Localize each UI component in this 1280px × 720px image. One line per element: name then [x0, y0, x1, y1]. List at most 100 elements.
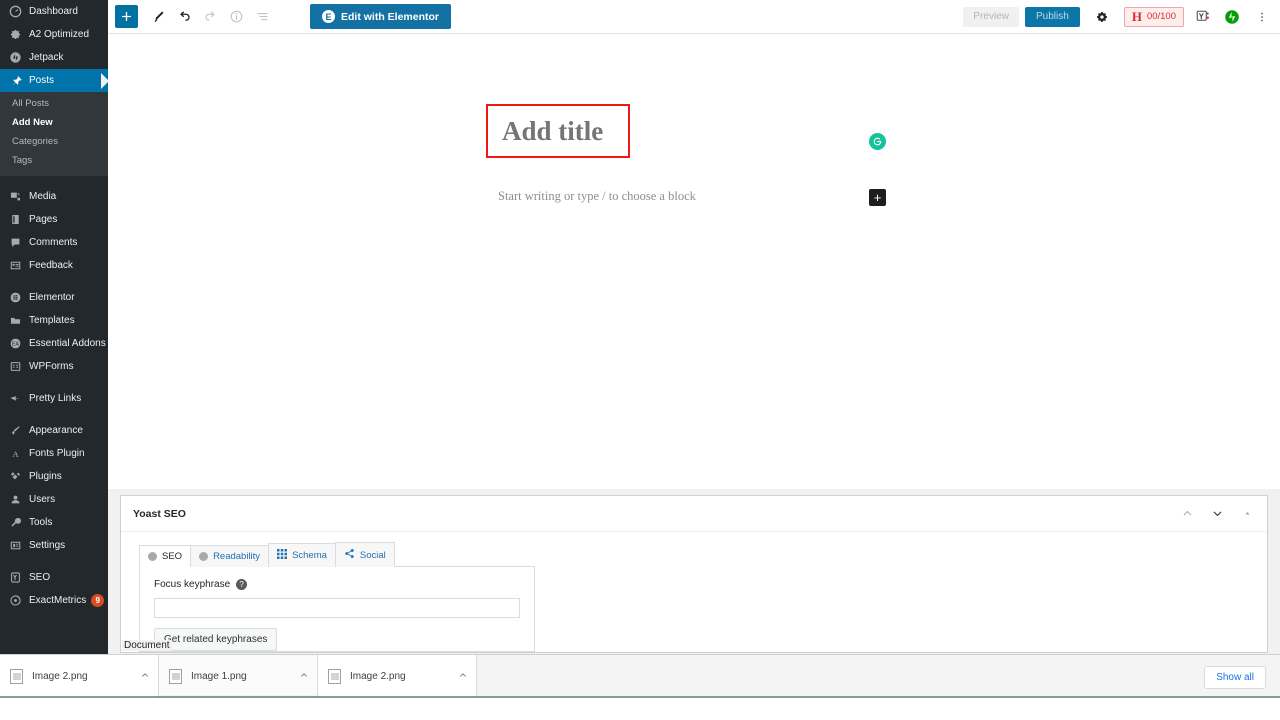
settings-icon: [9, 539, 27, 552]
post-title-placeholder: Add title: [502, 115, 604, 146]
preview-button[interactable]: Preview: [963, 6, 1019, 27]
focus-keyphrase-input[interactable]: [154, 598, 520, 618]
sidebar-item-label: Pretty Links: [29, 393, 82, 404]
sidebar-item-appearance[interactable]: Appearance: [0, 419, 108, 442]
menu-separator: [0, 176, 108, 185]
tab-seo[interactable]: SEO: [139, 545, 192, 567]
undo-button[interactable]: [171, 4, 197, 30]
seo-tab-panel: Focus keyphrase ? Get related keyphrases: [139, 566, 535, 652]
posts-submenu: All Posts Add New Categories Tags: [0, 92, 108, 176]
user-icon: [9, 493, 27, 506]
download-item[interactable]: Image 2.png: [0, 655, 159, 697]
gray-dot-icon: [199, 552, 209, 561]
brush-icon: [9, 424, 27, 437]
chevron-down-icon[interactable]: [1203, 500, 1231, 528]
inline-add-block-button[interactable]: +: [869, 189, 886, 206]
essential-addons-icon: EA: [9, 337, 27, 350]
submenu-item-all-posts[interactable]: All Posts: [0, 94, 108, 113]
tab-readability[interactable]: Readability: [190, 545, 270, 567]
sidebar-item-exactmetrics[interactable]: ExactMetrics 9: [0, 589, 108, 612]
editor-toolbar: E Edit with Elementor Preview Publish H …: [108, 0, 1280, 34]
focus-keyphrase-label: Focus keyphrase: [154, 579, 231, 590]
grammarly-icon[interactable]: [869, 133, 886, 150]
sidebar-item-settings[interactable]: Settings: [0, 534, 108, 557]
tab-label: Social: [359, 549, 386, 561]
sidebar-item-dashboard[interactable]: Dashboard: [0, 0, 108, 23]
info-icon[interactable]: [223, 4, 249, 30]
sidebar-item-label: Elementor: [29, 292, 75, 303]
sidebar-item-comments[interactable]: Comments: [0, 231, 108, 254]
sidebar-item-pages[interactable]: Pages: [0, 208, 108, 231]
toolbar-left-group: E Edit with Elementor: [108, 4, 452, 30]
comments-icon: [9, 236, 27, 249]
sidebar-item-label: Essential Addons: [29, 338, 106, 349]
sidebar-item-label: Settings: [29, 540, 66, 551]
kebab-menu-icon[interactable]: [1250, 4, 1274, 30]
show-all-downloads-button[interactable]: Show all: [1204, 666, 1266, 689]
media-icon: [9, 190, 27, 203]
sidebar-item-templates[interactable]: Templates: [0, 309, 108, 332]
block-placeholder-text[interactable]: Start writing or type / to choose a bloc…: [498, 189, 696, 204]
submenu-item-tags[interactable]: Tags: [0, 151, 108, 170]
caret-up-icon[interactable]: [1233, 500, 1261, 528]
post-title-field[interactable]: Add title: [486, 104, 630, 158]
chevron-up-icon[interactable]: [299, 670, 309, 683]
folder-icon: [9, 314, 27, 327]
add-block-button[interactable]: [115, 5, 138, 28]
dashboard-icon: [9, 5, 27, 18]
download-item[interactable]: Image 1.png: [159, 655, 318, 698]
heading-score-badge[interactable]: H 00/100: [1123, 6, 1184, 27]
sidebar-item-elementor[interactable]: Elementor: [0, 286, 108, 309]
sidebar-item-tools[interactable]: Tools: [0, 511, 108, 534]
tools-pencil-button[interactable]: [145, 4, 171, 30]
feedback-icon: [9, 259, 27, 272]
chevron-up-icon[interactable]: [1173, 500, 1201, 528]
settings-gear-icon[interactable]: [1088, 4, 1116, 30]
sidebar-item-wpforms[interactable]: WPForms: [0, 355, 108, 378]
download-items: Image 2.png Image 1.png Image 2.png: [0, 655, 1280, 698]
sidebar-item-posts[interactable]: Posts: [0, 69, 108, 92]
help-icon[interactable]: ?: [236, 579, 248, 590]
list-view-icon[interactable]: [249, 4, 275, 30]
tab-social[interactable]: Social: [334, 542, 395, 567]
redo-button[interactable]: [197, 4, 223, 30]
sidebar-item-label: Comments: [29, 237, 78, 248]
chevron-up-icon[interactable]: [458, 670, 468, 683]
sidebar-item-a2-optimized[interactable]: A2 Optimized: [0, 23, 108, 46]
sidebar-item-feedback[interactable]: Feedback: [0, 254, 108, 277]
edit-with-elementor-button[interactable]: E Edit with Elementor: [310, 4, 452, 29]
download-item[interactable]: Image 2.png: [318, 655, 477, 697]
tab-schema[interactable]: Schema: [268, 543, 336, 567]
pin-icon: [9, 74, 27, 87]
publish-button[interactable]: Publish: [1025, 6, 1080, 27]
get-related-keyphrases-button[interactable]: Get related keyphrases: [154, 628, 278, 651]
grid-icon: [277, 549, 288, 562]
sidebar-item-seo[interactable]: SEO: [0, 566, 108, 589]
sidebar-item-jetpack[interactable]: Jetpack: [0, 46, 108, 69]
metabox-area: Yoast SEO SEO Readability Schema Social …: [108, 489, 1280, 654]
chevron-up-icon[interactable]: [140, 670, 150, 683]
sidebar-item-pretty-links[interactable]: Pretty Links: [0, 387, 108, 410]
tab-label: Readability: [213, 551, 261, 562]
jetpack-bolt-icon[interactable]: [1220, 4, 1244, 30]
sidebar-item-media[interactable]: Media: [0, 185, 108, 208]
sidebar-item-fonts-plugin[interactable]: A Fonts Plugin: [0, 442, 108, 465]
focus-keyphrase-label-row: Focus keyphrase ?: [154, 579, 520, 590]
menu-separator: [0, 410, 108, 419]
page-bottom-strip: [0, 698, 1280, 720]
font-a-icon: A: [9, 447, 27, 460]
menu-separator: [0, 277, 108, 286]
submenu-item-categories[interactable]: Categories: [0, 132, 108, 151]
sidebar-item-label: SEO: [29, 572, 51, 583]
submenu-item-add-new[interactable]: Add New: [0, 113, 108, 132]
sidebar-item-users[interactable]: Users: [0, 488, 108, 511]
metabox-controls: [1173, 500, 1261, 528]
elementor-icon: [9, 291, 27, 304]
document-label: Document: [122, 640, 172, 651]
jetpack-icon: [9, 51, 27, 64]
yoast-icon[interactable]: [1190, 4, 1214, 30]
sidebar-item-plugins[interactable]: Plugins: [0, 465, 108, 488]
share-icon: [344, 548, 355, 562]
sidebar-item-essential-addons[interactable]: EA Essential Addons: [0, 332, 108, 355]
sidebar-item-label: Fonts Plugin: [29, 448, 85, 459]
